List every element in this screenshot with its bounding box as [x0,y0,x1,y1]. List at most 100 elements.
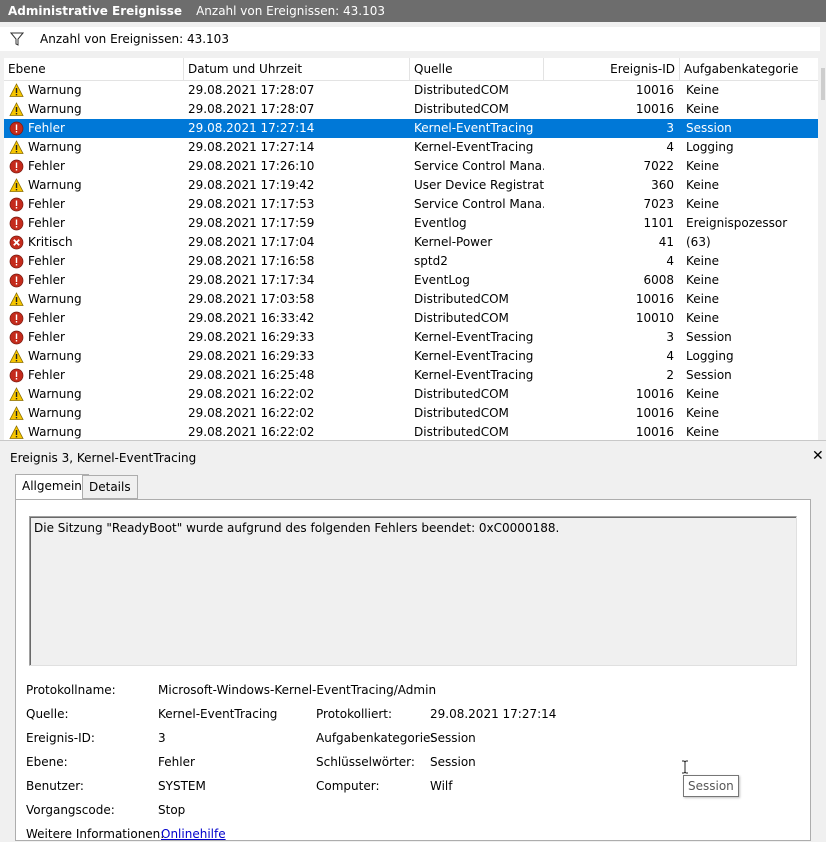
level-label: Warnung [28,425,82,439]
cell-quelle: Kernel-EventTracing [414,349,534,363]
level-label: Kritisch [28,235,73,249]
cell-aufgabenkategorie: Session [686,330,732,344]
scrollbar-thumb[interactable] [821,68,825,100]
column-header-ebene[interactable]: Ebene [4,58,184,80]
error-icon [9,273,24,288]
table-row[interactable]: Fehler 29.08.2021 17:17:59 Eventlog 1101 Ere… [4,214,818,233]
cell-quelle: DistributedCOM [414,83,509,97]
weitere-informationen-label: Weitere Informationen: [26,827,165,841]
warning-icon [9,425,24,440]
error-icon [9,254,24,269]
warning-icon [9,178,24,193]
table-row[interactable]: Warnung 29.08.2021 17:03:58 DistributedCOM… [4,290,818,309]
vorgangscode-value: Stop [158,803,186,817]
cell-ereignis-id: 10016 [635,83,674,97]
error-icon [9,311,24,326]
cell-quelle: EventLog [414,273,470,287]
cell-datum: 29.08.2021 16:22:02 [188,406,315,420]
benutzer-value: SYSTEM [158,779,206,793]
warning-icon [9,387,24,402]
table-row[interactable]: Warnung 29.08.2021 16:22:02 DistributedCOM… [4,385,818,404]
tab-details[interactable]: Details [82,475,138,499]
warning-icon [9,83,24,98]
cell-ereignis-id: 4 [666,349,674,363]
level-label: Warnung [28,387,82,401]
table-row[interactable]: Kritisch 29.08.2021 17:17:04 Kernel-Power 4… [4,233,818,252]
cell-datum: 29.08.2021 16:29:33 [188,330,315,344]
table-row[interactable]: Fehler 29.08.2021 17:27:14 Kernel-EventTra… [4,119,818,138]
filter-icon[interactable] [10,32,24,46]
level-label: Fehler [28,159,65,173]
cell-ereignis-id: 4 [666,140,674,154]
table-row[interactable]: Warnung 29.08.2021 16:22:02 DistributedCOM… [4,423,818,440]
cell-datum: 29.08.2021 16:29:33 [188,349,315,363]
cell-ereignis-id: 10010 [635,311,674,325]
column-header-datum[interactable]: Datum und Uhrzeit [184,58,410,80]
schluesselwoerter-value: Session [430,755,476,769]
table-row[interactable]: Fehler 29.08.2021 16:25:48 Kernel-EventTra… [4,366,818,385]
level-label: Fehler [28,216,65,230]
cell-quelle: Kernel-EventTracing [414,121,534,135]
cell-datum: 29.08.2021 16:22:02 [188,387,315,401]
column-header-quelle[interactable]: Quelle [410,58,544,80]
vertical-scrollbar[interactable] [818,58,826,438]
cell-datum: 29.08.2021 17:26:10 [188,159,315,173]
cell-quelle: DistributedCOM [414,311,509,325]
protokollname-label: Protokollname: [26,683,116,697]
level-label: Fehler [28,273,65,287]
column-header-ereignis-id[interactable]: Ereignis-ID [544,58,680,80]
cell-ebene: Warnung [4,100,184,119]
event-message-box[interactable]: Die Sitzung "ReadyBoot" wurde aufgrund d… [29,516,797,666]
table-row[interactable]: Warnung 29.08.2021 17:19:42 User Device Re… [4,176,818,195]
table-row[interactable]: Fehler 29.08.2021 17:26:10 Service Control… [4,157,818,176]
event-count: Anzahl von Ereignissen: 43.103 [196,4,386,18]
column-header-row: Ebene Datum und Uhrzeit Quelle Ereignis-… [4,58,818,81]
table-row[interactable]: Warnung 29.08.2021 17:27:14 Kernel-EventTr… [4,138,818,157]
cell-quelle: Kernel-EventTracing [414,368,534,382]
level-label: Warnung [28,406,82,420]
column-header-aufgabenkategorie[interactable]: Aufgabenkategorie [680,58,818,80]
cell-ereignis-id: 10016 [635,425,674,439]
table-row[interactable]: Warnung 29.08.2021 17:28:07 DistributedCOM… [4,100,818,119]
tab-allgemein[interactable]: Allgemein [15,474,89,500]
cell-ereignis-id: 4 [666,254,674,268]
level-label: Warnung [28,83,82,97]
close-icon[interactable]: ✕ [812,448,826,464]
cell-ereignis-id: 10016 [635,406,674,420]
cell-quelle: Eventlog [414,216,467,230]
ereignis-id-value: 3 [158,731,166,745]
table-row[interactable]: Fehler 29.08.2021 17:17:53 Service Control… [4,195,818,214]
table-row[interactable]: Warnung 29.08.2021 16:22:02 DistributedCOM… [4,404,818,423]
cell-aufgabenkategorie: Session [686,121,732,135]
table-row[interactable]: Fehler 29.08.2021 17:16:58 sptd2 4 Keine [4,252,818,271]
event-list[interactable]: Ebene Datum und Uhrzeit Quelle Ereignis-… [4,58,818,440]
level-label: Fehler [28,368,65,382]
quelle-value: Kernel-EventTracing [158,707,278,721]
table-row[interactable]: Fehler 29.08.2021 16:29:33 Kernel-EventTra… [4,328,818,347]
cell-ebene: Warnung [4,347,184,366]
cell-ebene: Warnung [4,176,184,195]
cell-aufgabenkategorie: Keine [686,292,719,306]
protokolliert-label: Protokolliert: [316,707,393,721]
onlinehilfe-link[interactable]: Onlinehilfe [161,827,226,841]
table-row[interactable]: Fehler 29.08.2021 16:33:42 DistributedCOM 1… [4,309,818,328]
cell-ereignis-id: 3 [666,121,674,135]
ebene-label: Ebene: [26,755,68,769]
title-bar: Administrative Ereignisse Anzahl von Ere… [0,0,826,22]
table-row[interactable]: Warnung 29.08.2021 16:29:33 Kernel-EventTr… [4,347,818,366]
cell-ebene: Fehler [4,119,184,138]
table-row[interactable]: Warnung 29.08.2021 17:28:07 DistributedCOM… [4,81,818,100]
table-row[interactable]: Fehler 29.08.2021 17:17:34 EventLog 6008 Kei… [4,271,818,290]
cell-datum: 29.08.2021 17:03:58 [188,292,315,306]
schluesselwoerter-label: Schlüsselwörter: [316,755,415,769]
cell-aufgabenkategorie: Logging [686,140,734,154]
text-cursor-icon [682,760,688,774]
level-label: Warnung [28,102,82,116]
cell-quelle: DistributedCOM [414,425,509,439]
cell-datum: 29.08.2021 17:17:34 [188,273,315,287]
cell-ebene: Fehler [4,252,184,271]
warning-icon [9,406,24,421]
cell-quelle: Kernel-EventTracing [414,140,534,154]
ebene-value: Fehler [158,755,195,769]
cell-quelle: Service Control Mana... [414,159,544,173]
